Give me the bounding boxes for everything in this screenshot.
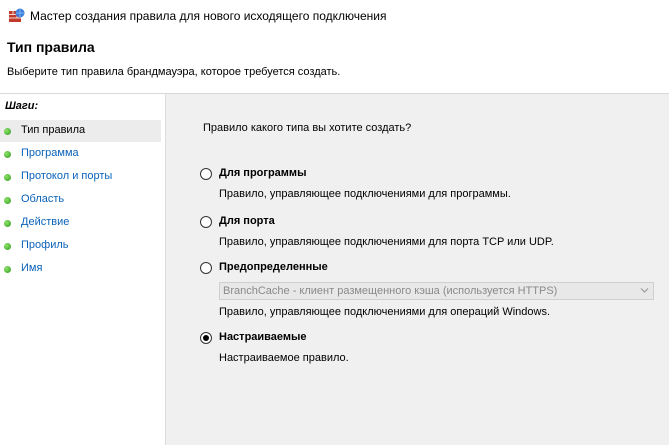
radio-custom[interactable] [200, 332, 212, 344]
step-status-dot-icon [4, 151, 11, 158]
rule-type-panel: Правило какого типа вы хотите создать? Д… [166, 94, 669, 445]
step-label: Программа [21, 147, 79, 159]
window-title: Мастер создания правила для нового исход… [30, 9, 387, 23]
option-description: Правило, управляющее подключениями для о… [219, 306, 551, 318]
step-status-dot-icon [4, 220, 11, 227]
steps-sidebar: Шаги: Тип правила Программа Протокол и п… [0, 94, 166, 445]
option-label[interactable]: Предопределенные [219, 261, 328, 273]
step-status-dot-icon [4, 266, 11, 273]
step-label: Действие [21, 216, 70, 228]
option-description: Настраиваемое правило. [219, 352, 349, 364]
dropdown-value: BranchCache - клиент размещенного кэша (… [223, 285, 558, 297]
step-status-dot-icon [4, 174, 11, 181]
option-label[interactable]: Настраиваемые [219, 331, 307, 343]
step-scope[interactable]: Область [0, 189, 161, 211]
option-description: Правило, управляющее подключениями для п… [219, 236, 554, 248]
page-subtitle: Выберите тип правила брандмауэра, которо… [7, 66, 341, 78]
option-label[interactable]: Для программы [219, 167, 306, 179]
step-status-dot-icon [4, 197, 11, 204]
step-name[interactable]: Имя [0, 258, 161, 280]
title-bar: Мастер создания правила для нового исход… [0, 0, 669, 32]
step-action[interactable]: Действие [0, 212, 161, 234]
step-program[interactable]: Программа [0, 143, 161, 165]
step-status-dot-icon [4, 128, 11, 135]
rule-type-question: Правило какого типа вы хотите создать? [203, 122, 412, 134]
step-label: Профиль [21, 239, 69, 251]
radio-predefined[interactable] [200, 262, 212, 274]
chevron-down-icon [640, 288, 649, 293]
steps-heading: Шаги: [5, 100, 39, 112]
radio-program[interactable] [200, 168, 212, 180]
step-label: Область [21, 193, 65, 205]
option-description: Правило, управляющее подключениями для п… [219, 188, 511, 200]
radio-port[interactable] [200, 216, 212, 228]
step-status-dot-icon [4, 243, 11, 250]
wizard-header: Тип правила Выберите тип правила брандма… [0, 32, 669, 94]
step-label: Протокол и порты [21, 170, 113, 182]
page-title: Тип правила [7, 39, 95, 55]
option-label[interactable]: Для порта [219, 215, 275, 227]
step-label: Имя [21, 262, 43, 274]
predefined-rules-dropdown[interactable]: BranchCache - клиент размещенного кэша (… [219, 282, 654, 300]
step-rule-type[interactable]: Тип правила [0, 120, 161, 142]
step-label: Тип правила [21, 124, 86, 136]
step-protocol-ports[interactable]: Протокол и порты [0, 166, 161, 188]
firewall-shield-icon [9, 8, 25, 22]
step-profile[interactable]: Профиль [0, 235, 161, 257]
